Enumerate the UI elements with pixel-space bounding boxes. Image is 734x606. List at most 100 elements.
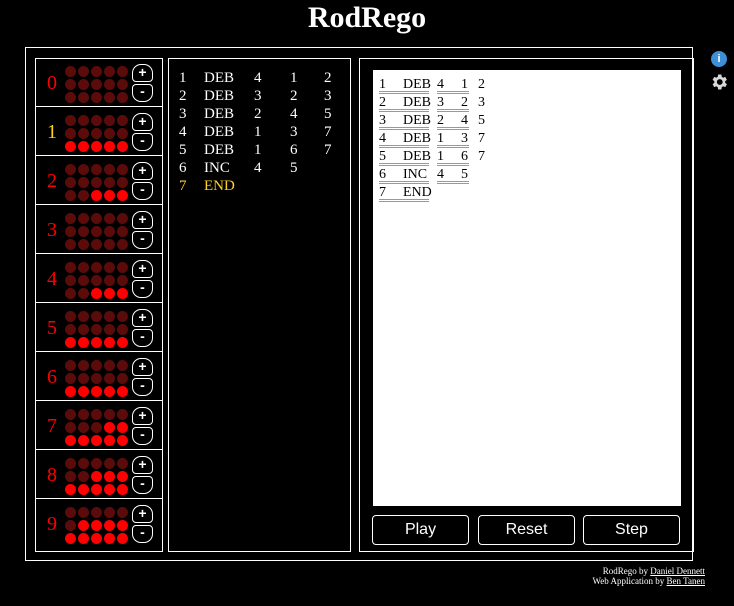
bead-on: [65, 386, 76, 397]
program-b: 7: [324, 124, 332, 140]
increment-button[interactable]: +: [132, 113, 153, 131]
program-panel: 1 DEB 4 1 2 2 DEB 3 2 3 3 DEB 2 4 5 4 DEB 1 3 7 5 DEB 1 6 7 6 INC 4…: [168, 58, 351, 552]
bead-off: [91, 115, 102, 126]
bead-on: [104, 190, 115, 201]
bead-off: [65, 164, 76, 175]
increment-button[interactable]: +: [132, 64, 153, 82]
editor-op: DEB: [403, 113, 431, 128]
decrement-button[interactable]: -: [132, 280, 153, 298]
bead-off: [78, 324, 89, 335]
decrement-button[interactable]: -: [132, 378, 153, 396]
register-beads: [65, 360, 129, 397]
register-beads: [65, 507, 129, 544]
bead-off: [104, 458, 115, 469]
bead-on: [78, 141, 89, 152]
register-beads: [65, 213, 129, 250]
bead-off: [78, 115, 89, 126]
decrement-button[interactable]: -: [132, 231, 153, 249]
bead-off: [104, 128, 115, 139]
editor-branch-a: 5: [461, 167, 468, 182]
reset-button[interactable]: Reset: [478, 515, 575, 545]
bead-off: [91, 422, 102, 433]
info-icon[interactable]: i: [711, 51, 727, 67]
register-number: 4: [47, 268, 57, 290]
developer-link[interactable]: Ben Tanen: [667, 576, 705, 586]
bead-off: [117, 177, 128, 188]
decrement-button[interactable]: -: [132, 329, 153, 347]
editor-op: DEB: [403, 95, 431, 110]
bead-on: [78, 533, 89, 544]
bead-off: [91, 92, 102, 103]
bead-on: [104, 520, 115, 531]
bead-off: [104, 226, 115, 237]
bead-off: [65, 311, 76, 322]
bead-off: [104, 409, 115, 420]
bead-off: [65, 115, 76, 126]
increment-button[interactable]: +: [132, 505, 153, 523]
program-editor[interactable]: 1 DEB 4 1 2 2 DEB 3 2 3 3 DEB 2 4 5 4 DEB 1 3 7 5 DEB 1 6 7 6 INC 4…: [373, 70, 681, 506]
editor-reg: 1: [437, 149, 444, 164]
register-number: 6: [47, 366, 57, 388]
editor-op: DEB: [403, 77, 431, 92]
increment-button[interactable]: +: [132, 309, 153, 327]
increment-button[interactable]: +: [132, 407, 153, 425]
editor-line-number: 4: [379, 131, 386, 146]
bead-off: [91, 360, 102, 371]
bead-off: [78, 239, 89, 250]
editor-line[interactable]: 5 DEB 1 6 7: [379, 148, 669, 166]
editor-line[interactable]: 3 DEB 2 4 5: [379, 112, 669, 130]
decrement-button[interactable]: -: [132, 476, 153, 494]
increment-button[interactable]: +: [132, 211, 153, 229]
decrement-button[interactable]: -: [132, 525, 153, 543]
program-line: 6 INC 4 5: [179, 159, 344, 177]
bead-on: [65, 337, 76, 348]
bead-on: [117, 484, 128, 495]
bead-off: [65, 226, 76, 237]
bead-off: [65, 239, 76, 250]
register-4: 4 + -: [36, 255, 162, 303]
increment-button[interactable]: +: [132, 162, 153, 180]
program-line: 7 END: [179, 177, 344, 195]
bead-on: [117, 533, 128, 544]
register-8: 8 + -: [36, 451, 162, 499]
editor-line-number: 5: [379, 149, 386, 164]
bead-on: [117, 190, 128, 201]
program-line: 2: [179, 88, 187, 104]
decrement-button[interactable]: -: [132, 182, 153, 200]
increment-button[interactable]: +: [132, 358, 153, 376]
program-line: 4 DEB 1 3 7: [179, 123, 344, 141]
bead-off: [91, 458, 102, 469]
decrement-button[interactable]: -: [132, 84, 153, 102]
gear-icon[interactable]: [709, 72, 729, 92]
program-b: 3: [324, 88, 332, 104]
bead-on: [91, 288, 102, 299]
bead-off: [117, 409, 128, 420]
editor-line[interactable]: 1 DEB 4 1 2: [379, 76, 669, 94]
bead-off: [65, 79, 76, 90]
register-number: 3: [47, 219, 57, 241]
bead-off: [78, 373, 89, 384]
bead-on: [91, 484, 102, 495]
bead-off: [104, 177, 115, 188]
editor-line-number: 7: [379, 185, 386, 200]
decrement-button[interactable]: -: [132, 133, 153, 151]
register-beads: [65, 66, 129, 103]
increment-button[interactable]: +: [132, 260, 153, 278]
editor-line[interactable]: 6 INC 4 5: [379, 166, 669, 184]
register-number: 2: [47, 170, 57, 192]
program-b: 5: [324, 106, 332, 122]
program-line: 1: [179, 70, 187, 86]
bead-on: [117, 386, 128, 397]
bead-on: [104, 484, 115, 495]
step-button[interactable]: Step: [583, 515, 680, 545]
editor-line[interactable]: 4 DEB 1 3 7: [379, 130, 669, 148]
program-line: 4: [179, 124, 187, 140]
play-button[interactable]: Play: [372, 515, 469, 545]
bead-on: [78, 520, 89, 531]
author-link[interactable]: Daniel Dennett: [650, 566, 705, 576]
editor-line[interactable]: 7 END: [379, 184, 669, 202]
decrement-button[interactable]: -: [132, 427, 153, 445]
editor-line[interactable]: 2 DEB 3 2 3: [379, 94, 669, 112]
bead-on: [91, 533, 102, 544]
increment-button[interactable]: +: [132, 456, 153, 474]
